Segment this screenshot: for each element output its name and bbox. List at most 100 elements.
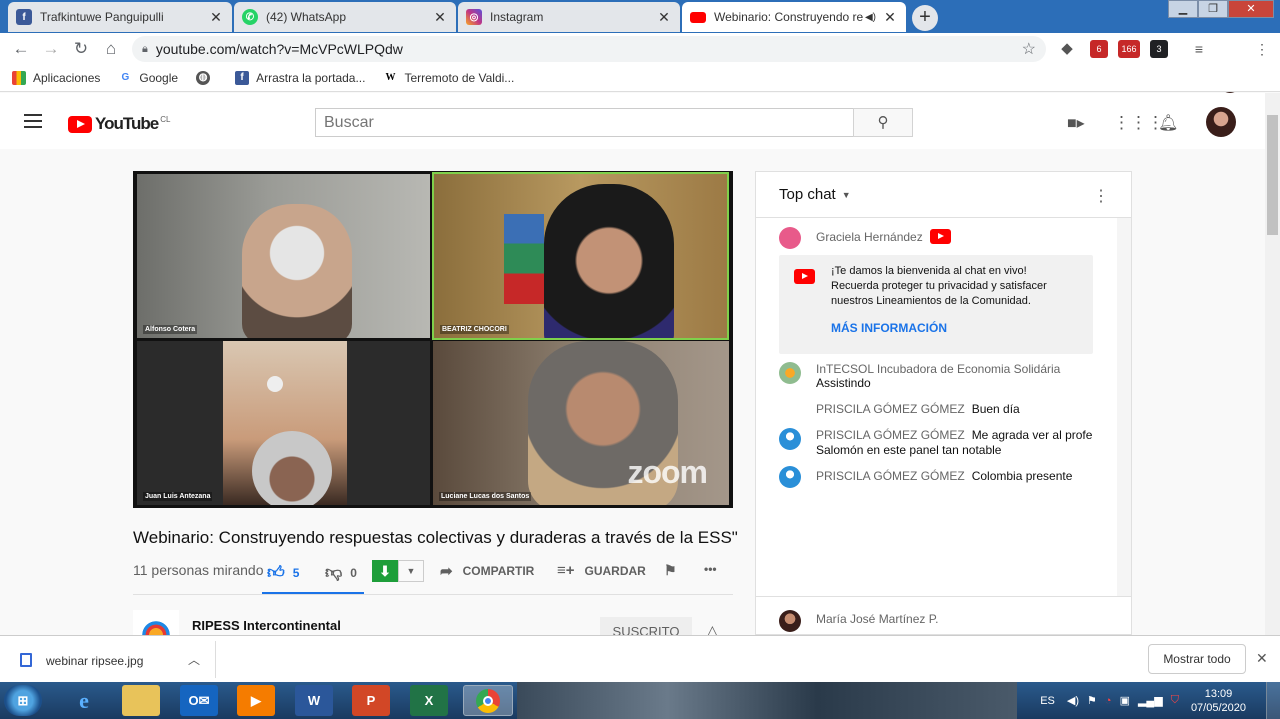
- channel-avatar[interactable]: [133, 610, 179, 635]
- avatar[interactable]: [779, 466, 801, 488]
- minimize-button[interactable]: ▁: [1168, 0, 1198, 18]
- avatar[interactable]: [779, 428, 801, 450]
- chat-author[interactable]: María José Martínez P.: [816, 612, 939, 632]
- tab-trafkintuwe[interactable]: f Trafkintuwe Panguipulli ✕: [8, 2, 232, 32]
- show-all-button[interactable]: Mostrar todo: [1148, 644, 1246, 674]
- save-button[interactable]: ≡+ GUARDAR: [557, 562, 646, 579]
- close-icon[interactable]: ✕: [432, 9, 448, 26]
- bookmark-star-icon[interactable]: ☆: [1022, 39, 1036, 59]
- tab-webinario[interactable]: Webinario: Construyendo re ◀) ✕: [682, 2, 906, 32]
- bookmark-globe[interactable]: ◍: [196, 71, 217, 85]
- language-indicator[interactable]: ES: [1040, 695, 1055, 707]
- avatar[interactable]: [779, 362, 801, 384]
- viewer-count: 11 personas mirando: [133, 562, 264, 578]
- tab-whatsapp[interactable]: ✆ (42) WhatsApp ✕: [234, 2, 456, 32]
- notifications-bell-icon[interactable]: 🔔︎: [1158, 113, 1178, 133]
- reload-icon[interactable]: ↻: [66, 39, 96, 59]
- forward-arrow-icon[interactable]: →: [36, 39, 66, 59]
- hamburger-menu-icon[interactable]: [24, 114, 42, 128]
- powerpoint-icon[interactable]: P: [352, 685, 390, 716]
- network-signal-icon[interactable]: ▂▄▆: [1138, 694, 1163, 707]
- chat-author[interactable]: PRISCILA GÓMEZ GÓMEZ: [816, 428, 965, 442]
- close-icon[interactable]: ✕: [656, 9, 672, 26]
- url-text: youtube.com/watch?v=McVPcWLPQdw: [155, 41, 403, 57]
- clock-date[interactable]: 07/05/2020: [1191, 701, 1246, 715]
- video-player[interactable]: Alfonso Cotera BEATRIZ CHOCORI Juan Luis…: [133, 171, 733, 508]
- playlist-add-icon: ≡+: [557, 562, 575, 579]
- start-button[interactable]: ⊞: [4, 685, 42, 716]
- chat-message: PRISCILA GÓMEZ GÓMEZ Colombia presente: [779, 466, 1072, 488]
- shield-icon[interactable]: ⛉: [1171, 694, 1179, 707]
- download-extension-button[interactable]: ⬇ ▼: [372, 560, 424, 582]
- chat-text: Assistindo: [816, 376, 871, 390]
- chat-mode-selector[interactable]: Top chat: [779, 186, 836, 203]
- word-icon[interactable]: W: [295, 685, 333, 716]
- close-icon[interactable]: ✕: [1256, 650, 1268, 667]
- chat-author[interactable]: InTECSOL Incubadora de Economia Solidári…: [816, 362, 1060, 376]
- video-title: Webinario: Construyendo respuestas colec…: [133, 528, 738, 547]
- extension-icon[interactable]: 3: [1150, 40, 1168, 58]
- show-desktop-button[interactable]: [1266, 682, 1280, 719]
- extension-icon[interactable]: 6: [1090, 40, 1108, 58]
- volume-icon[interactable]: ◀): [1067, 694, 1079, 707]
- extension-icon[interactable]: 166: [1118, 40, 1140, 58]
- home-icon[interactable]: ⌂: [96, 39, 126, 59]
- like-button[interactable]: 👍︎ 5: [267, 562, 299, 583]
- speaker-icon[interactable]: ◀): [865, 12, 876, 23]
- chevron-down-icon[interactable]: ▼: [398, 560, 424, 582]
- clock-time[interactable]: 13:09: [1191, 687, 1246, 701]
- close-icon[interactable]: ✕: [882, 9, 898, 26]
- channel-name[interactable]: RIPESS Intercontinental: [192, 618, 341, 633]
- apps-grid-icon[interactable]: ⋮⋮⋮: [1113, 113, 1164, 133]
- avatar[interactable]: [779, 610, 801, 632]
- security-icon[interactable]: ◔: [1105, 695, 1112, 707]
- share-button[interactable]: ➦ COMPARTIR: [440, 562, 534, 580]
- tab-instagram[interactable]: ◎ Instagram ✕: [458, 2, 680, 32]
- search-button[interactable]: ⚲: [853, 108, 913, 137]
- download-filename[interactable]: webinar ripsee.jpg: [46, 654, 143, 668]
- new-tab-button[interactable]: +: [912, 5, 938, 31]
- more-info-link[interactable]: MÁS INFORMACIÓN: [831, 321, 1093, 336]
- dislike-button[interactable]: 👎︎ 0: [325, 562, 357, 583]
- youtube-logo[interactable]: YouTube CL: [68, 114, 170, 134]
- bookmark-terremoto[interactable]: W Terremoto de Valdi...: [383, 71, 514, 85]
- action-center-icon[interactable]: ⚑: [1087, 694, 1097, 707]
- chat-author[interactable]: Graciela Hernández: [816, 230, 923, 249]
- chevron-up-icon[interactable]: ︿: [188, 651, 200, 668]
- report-button[interactable]: ⚑: [664, 562, 677, 579]
- close-icon[interactable]: ✕: [208, 9, 224, 26]
- download-arrow-icon: ⬇: [372, 560, 398, 582]
- caret-down-icon[interactable]: ▼: [842, 190, 851, 200]
- eraser-extension-icon[interactable]: ◆: [1058, 40, 1076, 58]
- outlook-icon[interactable]: O✉: [180, 685, 218, 716]
- avatar[interactable]: [779, 227, 801, 249]
- chrome-icon[interactable]: [463, 685, 513, 716]
- menu-dots-icon[interactable]: ⋮: [1253, 40, 1271, 58]
- search-input[interactable]: [315, 108, 854, 137]
- create-video-icon[interactable]: ■▸: [1067, 113, 1085, 133]
- excel-icon[interactable]: X: [410, 685, 448, 716]
- more-actions-button[interactable]: •••: [704, 562, 717, 576]
- chat-author[interactable]: PRISCILA GÓMEZ GÓMEZ: [816, 469, 965, 488]
- bookmark-google[interactable]: G Google: [118, 71, 178, 85]
- bookmark-label: Aplicaciones: [33, 71, 101, 85]
- maximize-button[interactable]: ❐: [1198, 0, 1228, 18]
- printer-icon[interactable]: ▣: [1120, 694, 1130, 707]
- participant-name: Alfonso Cotera: [143, 325, 198, 334]
- chat-menu-dots-icon[interactable]: ⋮: [1093, 186, 1109, 206]
- participant-tile-active-speaker: BEATRIZ CHOCORI: [432, 172, 729, 340]
- file-explorer-icon[interactable]: [122, 685, 160, 716]
- back-arrow-icon[interactable]: ←: [6, 39, 36, 59]
- page-scrollbar[interactable]: [1265, 93, 1280, 635]
- window-close-button[interactable]: ✕: [1228, 0, 1274, 18]
- media-queue-icon[interactable]: ≡: [1190, 40, 1208, 58]
- chat-author[interactable]: PRISCILA GÓMEZ GÓMEZ: [816, 402, 965, 424]
- bookmark-apps[interactable]: Aplicaciones: [12, 71, 100, 85]
- media-player-icon[interactable]: ▶: [237, 685, 275, 716]
- address-bar[interactable]: 🔒︎ youtube.com/watch?v=McVPcWLPQdw ☆: [132, 36, 1046, 62]
- chat-scrollbar[interactable]: [1117, 218, 1131, 596]
- bookmark-arrastra[interactable]: f Arrastra la portada...: [235, 71, 365, 85]
- internet-explorer-icon[interactable]: e: [65, 685, 103, 716]
- scrollbar-thumb[interactable]: [1267, 115, 1278, 235]
- account-avatar[interactable]: [1206, 107, 1236, 137]
